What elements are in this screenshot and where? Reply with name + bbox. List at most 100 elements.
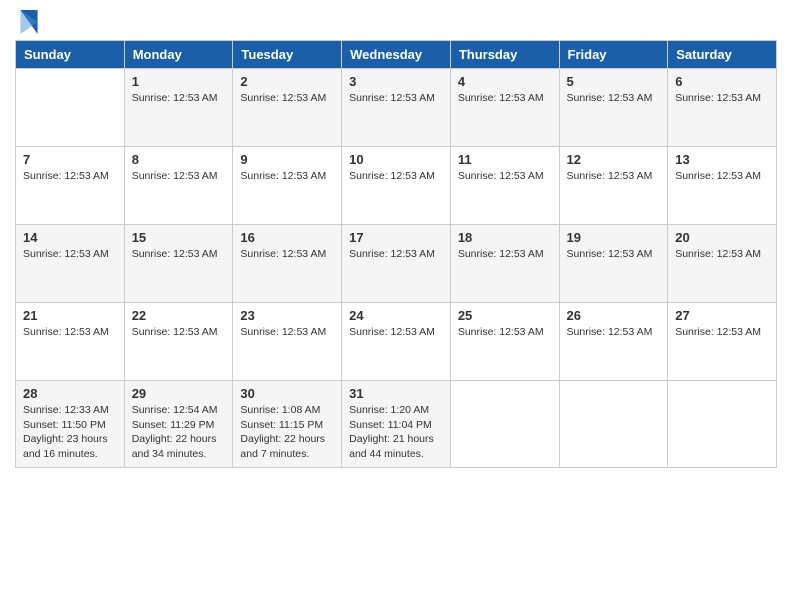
calendar-cell: 20 Sunrise: 12:53 AM <box>668 225 777 303</box>
calendar-cell: 6 Sunrise: 12:53 AM <box>668 69 777 147</box>
calendar-cell: 24Sunrise: 12:53 AM <box>342 303 451 381</box>
calendar-cell: 27Sunrise: 12:53 AM <box>668 303 777 381</box>
calendar-cell: 21Sunrise: 12:53 AM <box>16 303 125 381</box>
cell-day-number: 20 <box>675 230 769 245</box>
cell-info: Sunrise: 12:53 AM <box>675 169 769 184</box>
cell-day-number: 7 <box>23 152 117 167</box>
cell-info: Sunrise: 12:53 AM <box>567 325 661 340</box>
cell-info: Sunrise: 12:53 AM <box>23 247 117 262</box>
cell-day-number: 2 <box>240 74 334 89</box>
calendar-cell: 16 Sunrise: 12:53 AM <box>233 225 342 303</box>
weekday-header-friday: Friday <box>559 41 668 69</box>
calendar-cell: 25 Sunrise: 12:53 AM <box>450 303 559 381</box>
calendar-cell: 17Sunrise: 12:53 AM <box>342 225 451 303</box>
cell-info: Sunrise: 12:53 AM <box>132 91 226 106</box>
calendar-cell: 3 Sunrise: 12:53 AM <box>342 69 451 147</box>
calendar-cell <box>450 381 559 468</box>
calendar-cell: 29Sunrise: 12:54 AM Sunset: 11:29 PM Day… <box>124 381 233 468</box>
cell-info: Sunrise: 12:53 AM <box>132 325 226 340</box>
calendar-cell <box>16 69 125 147</box>
calendar-cell <box>559 381 668 468</box>
calendar-cell: 31 Sunrise: 1:20 AM Sunset: 11:04 PM Dayl… <box>342 381 451 468</box>
cell-day-number: 22 <box>132 308 226 323</box>
cell-day-number: 10 <box>349 152 443 167</box>
calendar-cell: 15 Sunrise: 12:53 AM <box>124 225 233 303</box>
page-header <box>15 10 777 34</box>
weekday-header-row: SundayMondayTuesdayWednesdayThursdayFrid… <box>16 41 777 69</box>
cell-info: Sunrise: 1:08 AM Sunset: 11:15 PM Daylig… <box>240 403 334 462</box>
cell-info: Sunrise: 12:53 AM <box>132 169 226 184</box>
cell-day-number: 25 <box>458 308 552 323</box>
cell-day-number: 8 <box>132 152 226 167</box>
weekday-header-saturday: Saturday <box>668 41 777 69</box>
calendar-cell: 18 Sunrise: 12:53 AM <box>450 225 559 303</box>
calendar-cell: 4Sunrise: 12:53 AM <box>450 69 559 147</box>
cell-info: Sunrise: 12:53 AM <box>458 247 552 262</box>
cell-day-number: 31 <box>349 386 443 401</box>
calendar-cell: 23Sunrise: 12:53 AM <box>233 303 342 381</box>
weekday-header-wednesday: Wednesday <box>342 41 451 69</box>
cell-day-number: 3 <box>349 74 443 89</box>
calendar-cell: 13 Sunrise: 12:53 AM <box>668 147 777 225</box>
cell-info: Sunrise: 12:53 AM <box>349 169 443 184</box>
calendar-cell: 26Sunrise: 12:53 AM <box>559 303 668 381</box>
cell-day-number: 27 <box>675 308 769 323</box>
cell-info: Sunrise: 12:53 AM <box>240 169 334 184</box>
cell-day-number: 23 <box>240 308 334 323</box>
calendar-cell: 8 Sunrise: 12:53 AM <box>124 147 233 225</box>
calendar-cell: 12 Sunrise: 12:53 AM <box>559 147 668 225</box>
cell-info: Sunrise: 12:33 AM Sunset: 11:50 PM Dayli… <box>23 403 117 462</box>
calendar-cell: 10 Sunrise: 12:53 AM <box>342 147 451 225</box>
cell-day-number: 1 <box>132 74 226 89</box>
calendar-cell: 22 Sunrise: 12:53 AM <box>124 303 233 381</box>
cell-day-number: 16 <box>240 230 334 245</box>
cell-day-number: 13 <box>675 152 769 167</box>
weekday-header-tuesday: Tuesday <box>233 41 342 69</box>
calendar-cell: 14 Sunrise: 12:53 AM <box>16 225 125 303</box>
cell-info: Sunrise: 12:53 AM <box>567 91 661 106</box>
calendar-week-3: 14Sunrise: 12:53 AM15Sunrise: 12:53 AM16… <box>16 225 777 303</box>
cell-info: Sunrise: 12:53 AM <box>675 91 769 106</box>
cell-day-number: 5 <box>567 74 661 89</box>
calendar-week-1: 1 Sunrise: 12:53 AM 2 Sunrise: 12:53 AM 3 Sun… <box>16 69 777 147</box>
calendar-cell: 19 Sunrise: 12:53 AM <box>559 225 668 303</box>
cell-info: Sunrise: 12:53 AM <box>567 247 661 262</box>
cell-day-number: 11 <box>458 152 552 167</box>
cell-info: Sunrise: 12:53 AM <box>349 325 443 340</box>
calendar-week-5: 28Sunrise: 12:33 AM Sunset: 11:50 PM Day… <box>16 381 777 468</box>
cell-info: Sunrise: 12:53 AM <box>240 91 334 106</box>
cell-day-number: 19 <box>567 230 661 245</box>
calendar-table: SundayMondayTuesdayWednesdayThursdayFrid… <box>15 40 777 468</box>
calendar-cell: 28Sunrise: 12:33 AM Sunset: 11:50 PM Day… <box>16 381 125 468</box>
calendar-cell: 30 Sunrise: 1:08 AM Sunset: 11:15 PM Dayl… <box>233 381 342 468</box>
cell-day-number: 18 <box>458 230 552 245</box>
cell-info: Sunrise: 12:53 AM <box>349 91 443 106</box>
cell-info: Sunrise: 12:53 AM <box>240 247 334 262</box>
cell-info: Sunrise: 12:54 AM Sunset: 11:29 PM Dayli… <box>132 403 226 462</box>
cell-day-number: 14 <box>23 230 117 245</box>
cell-info: Sunrise: 12:53 AM <box>458 169 552 184</box>
cell-info: Sunrise: 12:53 AM <box>458 325 552 340</box>
cell-info: Sunrise: 12:53 AM <box>349 247 443 262</box>
cell-day-number: 12 <box>567 152 661 167</box>
calendar-cell: 5 Sunrise: 12:53 AM <box>559 69 668 147</box>
cell-day-number: 4 <box>458 74 552 89</box>
calendar-cell: 2 Sunrise: 12:53 AM <box>233 69 342 147</box>
cell-day-number: 30 <box>240 386 334 401</box>
calendar-cell: 9Sunrise: 12:53 AM <box>233 147 342 225</box>
logo-icon <box>19 10 39 34</box>
weekday-header-sunday: Sunday <box>16 41 125 69</box>
cell-info: Sunrise: 1:20 AM Sunset: 11:04 PM Daylig… <box>349 403 443 462</box>
calendar-cell: 11 Sunrise: 12:53 AM <box>450 147 559 225</box>
cell-day-number: 15 <box>132 230 226 245</box>
calendar-cell <box>668 381 777 468</box>
cell-info: Sunrise: 12:53 AM <box>567 169 661 184</box>
cell-info: Sunrise: 12:53 AM <box>132 247 226 262</box>
weekday-header-monday: Monday <box>124 41 233 69</box>
cell-info: Sunrise: 12:53 AM <box>23 325 117 340</box>
calendar-cell: 1 Sunrise: 12:53 AM <box>124 69 233 147</box>
cell-day-number: 6 <box>675 74 769 89</box>
calendar-week-2: 7Sunrise: 12:53 AM8Sunrise: 12:53 AM9Sun… <box>16 147 777 225</box>
calendar-cell: 7Sunrise: 12:53 AM <box>16 147 125 225</box>
cell-info: Sunrise: 12:53 AM <box>675 247 769 262</box>
